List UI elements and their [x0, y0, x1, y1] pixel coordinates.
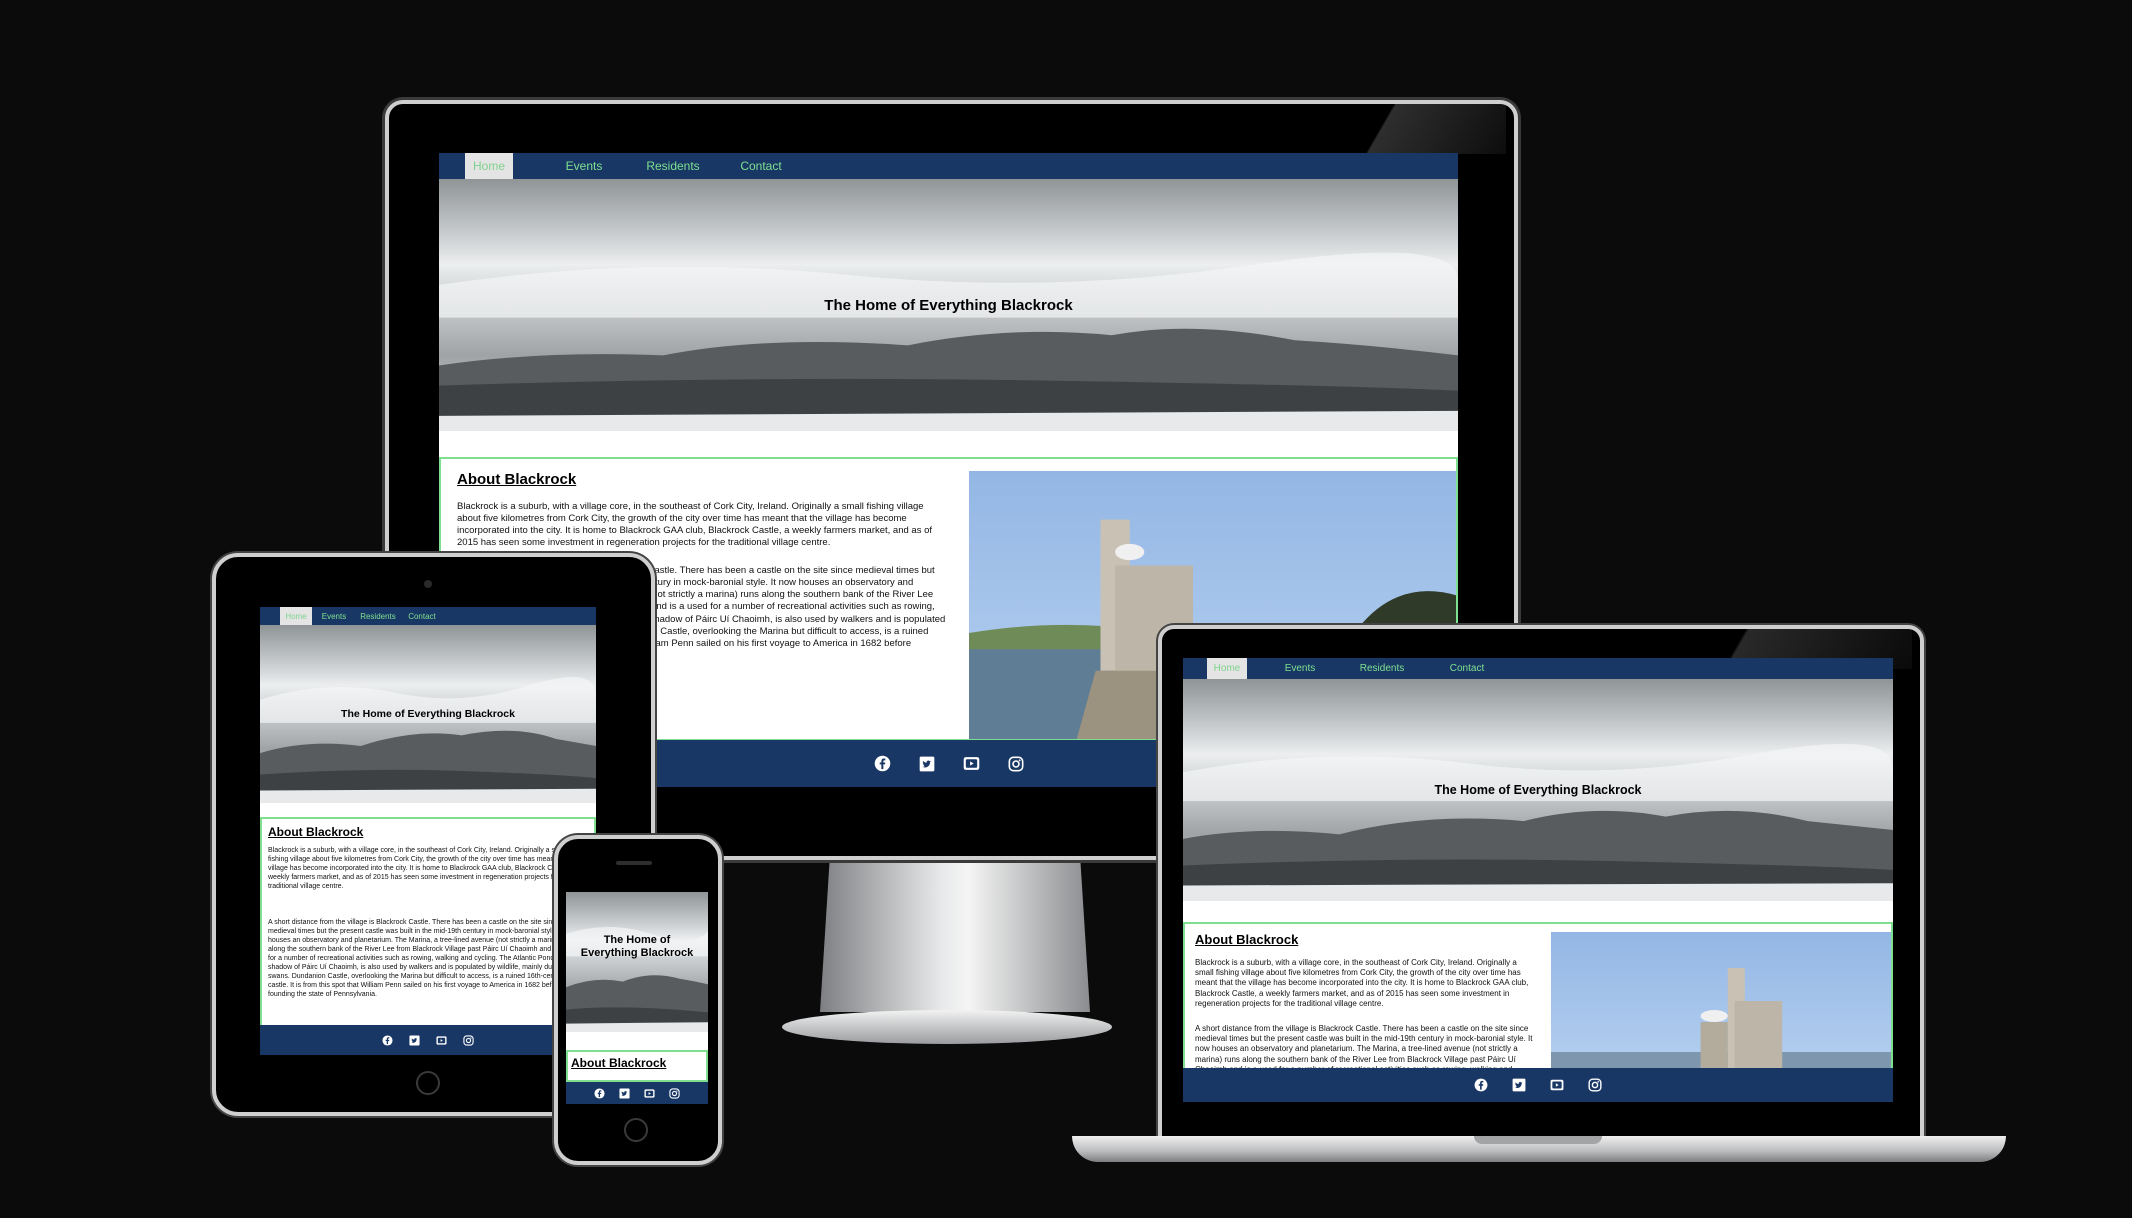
hero-title: The Home of Everything Blackrock: [824, 297, 1073, 314]
about-heading: About Blackrock: [1195, 932, 1299, 947]
youtube-icon[interactable]: [1550, 1078, 1564, 1092]
facebook-icon[interactable]: [382, 1034, 393, 1046]
monitor-stand-neck: [820, 842, 1090, 1012]
tablet-footer: [260, 1025, 596, 1055]
instagram-icon[interactable]: [1008, 756, 1024, 772]
instagram-icon[interactable]: [1588, 1078, 1602, 1092]
tablet-nav: Home Events Residents Contact: [260, 607, 596, 625]
phone-speaker: [616, 861, 652, 865]
nav-contact[interactable]: Contact: [733, 153, 789, 179]
facebook-icon[interactable]: [1474, 1078, 1488, 1092]
instagram-icon[interactable]: [463, 1034, 474, 1046]
monitor-stand-base: [782, 1010, 1112, 1044]
nav-events[interactable]: Events: [316, 607, 352, 625]
about-paragraph-1: Blackrock is a suburb, with a village co…: [1195, 958, 1529, 1008]
facebook-icon[interactable]: [594, 1087, 605, 1099]
nav-residents[interactable]: Residents: [633, 153, 713, 179]
laptop-notch: [1474, 1136, 1602, 1144]
nav-events[interactable]: Events: [1273, 658, 1327, 679]
castle-illustration: [1551, 968, 1891, 1074]
twitter-icon[interactable]: [409, 1034, 420, 1046]
about-paragraph-1: Blackrock is a suburb, with a village co…: [268, 847, 582, 890]
hero-landscape: [566, 927, 708, 1032]
tablet-home-button[interactable]: [416, 1071, 440, 1095]
monitor-glare: [1300, 104, 1506, 154]
nav-contact[interactable]: Contact: [1439, 658, 1495, 679]
tablet-screen: Home Events Residents Contact The Home o…: [260, 607, 596, 1055]
laptop-footer: [1183, 1068, 1893, 1102]
twitter-icon[interactable]: [1512, 1078, 1526, 1092]
laptop-hero: The Home of Everything Blackrock: [1183, 679, 1893, 901]
about-heading: About Blackrock: [571, 1056, 667, 1070]
laptop-about-section: About Blackrock Blackrock is a suburb, w…: [1183, 922, 1893, 1076]
youtube-icon[interactable]: [963, 755, 980, 772]
twitter-icon[interactable]: [619, 1087, 630, 1099]
desktop-nav: Home Events Residents Contact: [439, 153, 1458, 179]
hero-title: The Home of Everything Blackrock: [341, 708, 515, 720]
phone-about-section: About Blackrock: [566, 1050, 708, 1082]
hero-title: The Home of Everything Blackrock: [1434, 783, 1642, 797]
desktop-hero: The Home of Everything Blackrock: [439, 179, 1458, 431]
tablet-hero: The Home of Everything Blackrock: [260, 625, 596, 803]
nav-residents[interactable]: Residents: [1349, 658, 1415, 679]
nav-contact[interactable]: Contact: [404, 607, 440, 625]
tablet-about-section: About Blackrock Blackrock is a suburb, w…: [260, 817, 596, 1031]
youtube-icon[interactable]: [644, 1088, 655, 1099]
tablet-camera: [424, 580, 432, 588]
hero-title: The Home of Everything Blackrock: [580, 934, 694, 959]
nav-home[interactable]: Home: [1207, 658, 1247, 679]
phone-home-button[interactable]: [624, 1118, 648, 1142]
phone-hero: The Home of Everything Blackrock: [566, 892, 708, 1032]
blackrock-castle-photo: [1551, 932, 1891, 1074]
about-heading: About Blackrock: [457, 471, 577, 488]
laptop-nav: Home Events Residents Contact: [1183, 658, 1893, 679]
nav-events[interactable]: Events: [549, 153, 619, 179]
phone-footer: [566, 1082, 708, 1104]
twitter-icon[interactable]: [919, 756, 935, 772]
phone-screen: The Home of Everything Blackrock About B…: [566, 892, 708, 1104]
about-paragraph-1: Blackrock is a suburb, with a village co…: [457, 501, 933, 549]
youtube-icon[interactable]: [436, 1035, 447, 1046]
about-heading: About Blackrock: [268, 825, 364, 839]
facebook-icon[interactable]: [874, 755, 891, 772]
instagram-icon[interactable]: [669, 1087, 680, 1099]
nav-home[interactable]: Home: [280, 607, 312, 625]
laptop-screen: Home Events Residents Contact The Home o…: [1183, 658, 1893, 1102]
nav-home[interactable]: Home: [465, 153, 513, 179]
about-paragraph-2: A short distance from the village is Bla…: [268, 919, 582, 998]
nav-residents[interactable]: Residents: [356, 607, 400, 625]
